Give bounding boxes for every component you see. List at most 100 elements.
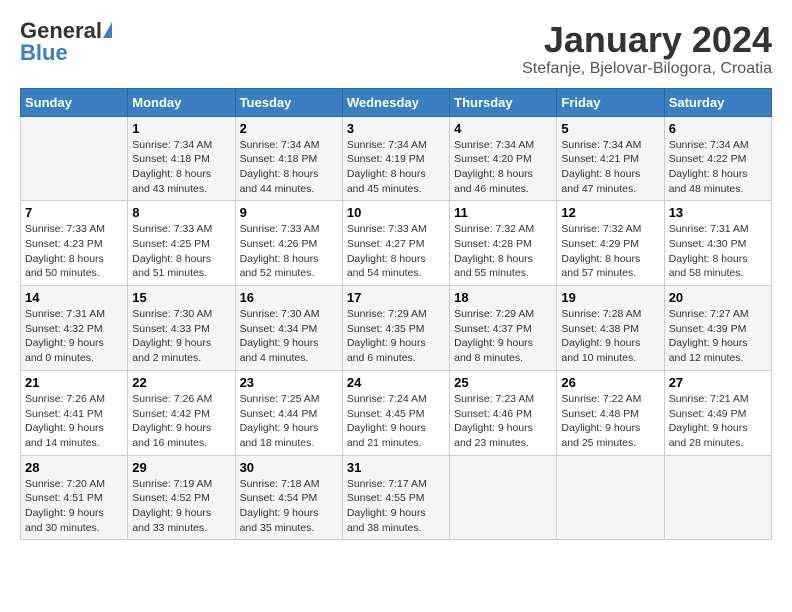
calendar-cell: 5Sunrise: 7:34 AMSunset: 4:21 PMDaylight…	[557, 116, 664, 201]
day-number: 8	[132, 205, 230, 220]
calendar-cell: 30 Sunrise: 7:18 AMSunset: 4:54 PMDayligh…	[235, 455, 342, 540]
day-info: Sunrise: 7:27 AMSunset: 4:39 PMDaylight:…	[669, 307, 767, 366]
calendar-week-row: 21 Sunrise: 7:26 AMSunset: 4:41 PMDayligh…	[21, 370, 772, 455]
title-block: January 2024 Stefanje, Bjelovar-Bilogora…	[522, 20, 772, 78]
day-number: 11	[454, 205, 552, 220]
calendar-cell: 19Sunrise: 7:28 AMSunset: 4:38 PMDayligh…	[557, 286, 664, 371]
column-header-sunday: Sunday	[21, 88, 128, 116]
day-info: Sunrise: 7:20 AMSunset: 4:51 PMDaylight:…	[25, 477, 123, 536]
day-info: Sunrise: 7:32 AMSunset: 4:28 PMDaylight:…	[454, 222, 552, 281]
day-info: Sunrise: 7:28 AMSunset: 4:38 PMDaylight:…	[561, 307, 659, 366]
day-info: Sunrise: 7:34 AMSunset: 4:21 PMDaylight:…	[561, 138, 659, 197]
day-number: 20	[669, 290, 767, 305]
day-number: 2	[240, 121, 338, 136]
calendar-week-row: 1 Sunrise: 7:34 AMSunset: 4:18 PMDaylight…	[21, 116, 772, 201]
day-number: 30	[240, 460, 338, 475]
day-number: 3	[347, 121, 445, 136]
day-info: Sunrise: 7:23 AMSunset: 4:46 PMDaylight:…	[454, 392, 552, 451]
column-header-saturday: Saturday	[664, 88, 771, 116]
day-info: Sunrise: 7:31 AMSunset: 4:30 PMDaylight:…	[669, 222, 767, 281]
calendar-cell: 11 Sunrise: 7:32 AMSunset: 4:28 PMDayligh…	[450, 201, 557, 286]
day-info: Sunrise: 7:30 AMSunset: 4:34 PMDaylight:…	[240, 307, 338, 366]
calendar-cell: 1 Sunrise: 7:34 AMSunset: 4:18 PMDaylight…	[128, 116, 235, 201]
day-info: Sunrise: 7:22 AMSunset: 4:48 PMDaylight:…	[561, 392, 659, 451]
day-info: Sunrise: 7:25 AMSunset: 4:44 PMDaylight:…	[240, 392, 338, 451]
calendar-cell: 31 Sunrise: 7:17 AMSunset: 4:55 PMDayligh…	[342, 455, 449, 540]
calendar-cell: 2 Sunrise: 7:34 AMSunset: 4:18 PMDaylight…	[235, 116, 342, 201]
calendar-cell: 24 Sunrise: 7:24 AMSunset: 4:45 PMDayligh…	[342, 370, 449, 455]
calendar-cell: 13 Sunrise: 7:31 AMSunset: 4:30 PMDayligh…	[664, 201, 771, 286]
calendar-header-row: SundayMondayTuesdayWednesdayThursdayFrid…	[21, 88, 772, 116]
day-info: Sunrise: 7:32 AMSunset: 4:29 PMDaylight:…	[561, 222, 659, 281]
day-number: 15	[132, 290, 230, 305]
day-info: Sunrise: 7:30 AMSunset: 4:33 PMDaylight:…	[132, 307, 230, 366]
calendar-cell: 17 Sunrise: 7:29 AMSunset: 4:35 PMDayligh…	[342, 286, 449, 371]
calendar-cell: 23 Sunrise: 7:25 AMSunset: 4:44 PMDayligh…	[235, 370, 342, 455]
calendar-cell: 10Sunrise: 7:33 AMSunset: 4:27 PMDayligh…	[342, 201, 449, 286]
calendar-cell: 22 Sunrise: 7:26 AMSunset: 4:42 PMDayligh…	[128, 370, 235, 455]
day-info: Sunrise: 7:17 AMSunset: 4:55 PMDaylight:…	[347, 477, 445, 536]
column-header-friday: Friday	[557, 88, 664, 116]
column-header-thursday: Thursday	[450, 88, 557, 116]
day-number: 18	[454, 290, 552, 305]
day-number: 13	[669, 205, 767, 220]
day-number: 14	[25, 290, 123, 305]
day-number: 29	[132, 460, 230, 475]
logo: General Blue	[20, 20, 112, 64]
calendar-cell: 26Sunrise: 7:22 AMSunset: 4:48 PMDayligh…	[557, 370, 664, 455]
logo-general-text: General	[20, 20, 102, 42]
calendar-cell: 4 Sunrise: 7:34 AMSunset: 4:20 PMDaylight…	[450, 116, 557, 201]
calendar-cell: 15 Sunrise: 7:30 AMSunset: 4:33 PMDayligh…	[128, 286, 235, 371]
day-info: Sunrise: 7:26 AMSunset: 4:41 PMDaylight:…	[25, 392, 123, 451]
column-header-tuesday: Tuesday	[235, 88, 342, 116]
day-info: Sunrise: 7:33 AMSunset: 4:25 PMDaylight:…	[132, 222, 230, 281]
day-info: Sunrise: 7:29 AMSunset: 4:37 PMDaylight:…	[454, 307, 552, 366]
day-number: 16	[240, 290, 338, 305]
calendar-week-row: 28 Sunrise: 7:20 AMSunset: 4:51 PMDayligh…	[21, 455, 772, 540]
calendar-cell: 28 Sunrise: 7:20 AMSunset: 4:51 PMDayligh…	[21, 455, 128, 540]
day-info: Sunrise: 7:29 AMSunset: 4:35 PMDaylight:…	[347, 307, 445, 366]
day-info: Sunrise: 7:19 AMSunset: 4:52 PMDaylight:…	[132, 477, 230, 536]
calendar-cell: 27 Sunrise: 7:21 AMSunset: 4:49 PMDayligh…	[664, 370, 771, 455]
day-number: 21	[25, 375, 123, 390]
calendar-cell: 29 Sunrise: 7:19 AMSunset: 4:52 PMDayligh…	[128, 455, 235, 540]
day-number: 22	[132, 375, 230, 390]
calendar-cell: 16 Sunrise: 7:30 AMSunset: 4:34 PMDayligh…	[235, 286, 342, 371]
calendar-table: SundayMondayTuesdayWednesdayThursdayFrid…	[20, 88, 772, 541]
calendar-cell: 9Sunrise: 7:33 AMSunset: 4:26 PMDaylight…	[235, 201, 342, 286]
page-title: January 2024	[522, 20, 772, 60]
day-info: Sunrise: 7:18 AMSunset: 4:54 PMDaylight:…	[240, 477, 338, 536]
calendar-cell	[450, 455, 557, 540]
day-number: 27	[669, 375, 767, 390]
day-number: 9	[240, 205, 338, 220]
day-number: 23	[240, 375, 338, 390]
day-info: Sunrise: 7:34 AMSunset: 4:20 PMDaylight:…	[454, 138, 552, 197]
day-info: Sunrise: 7:26 AMSunset: 4:42 PMDaylight:…	[132, 392, 230, 451]
calendar-cell: 8 Sunrise: 7:33 AMSunset: 4:25 PMDaylight…	[128, 201, 235, 286]
day-number: 24	[347, 375, 445, 390]
calendar-cell	[664, 455, 771, 540]
day-number: 17	[347, 290, 445, 305]
day-number: 28	[25, 460, 123, 475]
calendar-cell: 12 Sunrise: 7:32 AMSunset: 4:29 PMDayligh…	[557, 201, 664, 286]
calendar-cell: 21 Sunrise: 7:26 AMSunset: 4:41 PMDayligh…	[21, 370, 128, 455]
day-info: Sunrise: 7:34 AMSunset: 4:18 PMDaylight:…	[240, 138, 338, 197]
day-number: 1	[132, 121, 230, 136]
day-info: Sunrise: 7:24 AMSunset: 4:45 PMDaylight:…	[347, 392, 445, 451]
page-subtitle: Stefanje, Bjelovar-Bilogora, Croatia	[522, 60, 772, 78]
logo-blue-text: Blue	[20, 42, 112, 64]
logo-triangle-icon	[103, 22, 112, 38]
column-header-wednesday: Wednesday	[342, 88, 449, 116]
day-number: 12	[561, 205, 659, 220]
day-info: Sunrise: 7:21 AMSunset: 4:49 PMDaylight:…	[669, 392, 767, 451]
day-info: Sunrise: 7:31 AMSunset: 4:32 PMDaylight:…	[25, 307, 123, 366]
column-header-monday: Monday	[128, 88, 235, 116]
day-number: 31	[347, 460, 445, 475]
calendar-cell: 20 Sunrise: 7:27 AMSunset: 4:39 PMDayligh…	[664, 286, 771, 371]
day-info: Sunrise: 7:34 AMSunset: 4:18 PMDaylight:…	[132, 138, 230, 197]
calendar-cell	[21, 116, 128, 201]
calendar-cell: 3Sunrise: 7:34 AMSunset: 4:19 PMDaylight…	[342, 116, 449, 201]
day-info: Sunrise: 7:34 AMSunset: 4:22 PMDaylight:…	[669, 138, 767, 197]
calendar-cell	[557, 455, 664, 540]
day-number: 4	[454, 121, 552, 136]
